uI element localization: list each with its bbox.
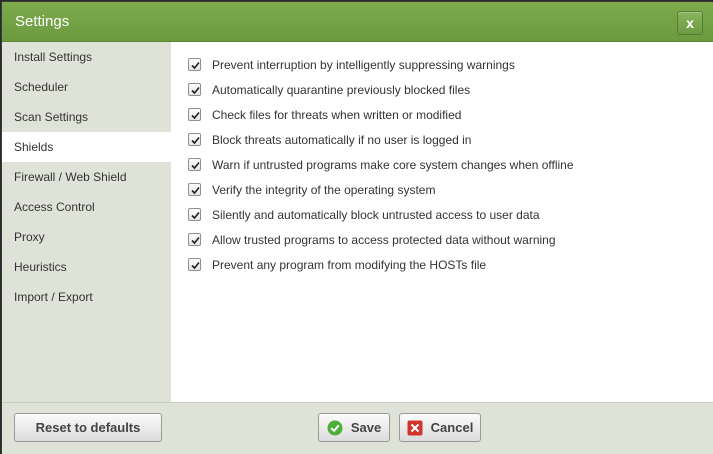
option-protect-hosts-file[interactable]: Prevent any program from modifying the H… <box>188 252 486 277</box>
option-block-no-user[interactable]: Block threats automatically if no user i… <box>188 127 471 152</box>
shields-panel: Prevent interruption by intelligently su… <box>171 42 713 402</box>
option-suppress-warnings[interactable]: Prevent interruption by intelligently su… <box>188 52 515 77</box>
option-label: Prevent interruption by intelligently su… <box>212 57 515 72</box>
sidebar-item-scheduler[interactable]: Scheduler <box>2 72 171 102</box>
option-allow-trusted-programs[interactable]: Allow trusted programs to access protect… <box>188 227 556 252</box>
option-verify-os-integrity[interactable]: Verify the integrity of the operating sy… <box>188 177 435 202</box>
settings-window: Settings x Install Settings Scheduler Sc… <box>0 0 713 454</box>
save-button-label: Save <box>350 420 382 435</box>
settings-sidebar: Install Settings Scheduler Scan Settings… <box>2 42 171 402</box>
option-label: Automatically quarantine previously bloc… <box>212 82 471 97</box>
sidebar-item-access-control[interactable]: Access Control <box>2 192 171 222</box>
checkbox[interactable] <box>188 208 201 221</box>
checkbox[interactable] <box>188 258 201 271</box>
checkbox[interactable] <box>188 108 201 121</box>
save-button[interactable]: Save <box>318 413 390 442</box>
option-label: Allow trusted programs to access protect… <box>212 232 556 247</box>
option-label: Block threats automatically if no user i… <box>212 132 472 147</box>
checkmark-icon <box>191 61 200 70</box>
title-bar: Settings x <box>2 2 713 42</box>
sidebar-item-install-settings[interactable]: Install Settings <box>2 42 171 72</box>
dialog-footer: Reset to defaults Save Cancel <box>2 402 713 454</box>
checkmark-circle-icon <box>327 420 343 436</box>
option-warn-core-changes[interactable]: Warn if untrusted programs make core sys… <box>188 152 574 177</box>
option-check-files-written[interactable]: Check files for threats when written or … <box>188 102 461 127</box>
checkbox[interactable] <box>188 58 201 71</box>
sidebar-item-proxy[interactable]: Proxy <box>2 222 171 252</box>
checkmark-icon <box>191 86 200 95</box>
checkbox[interactable] <box>188 183 201 196</box>
checkmark-icon <box>191 236 200 245</box>
cancel-button[interactable]: Cancel <box>399 413 481 442</box>
checkbox[interactable] <box>188 158 201 171</box>
sidebar-item-scan-settings[interactable]: Scan Settings <box>2 102 171 132</box>
sidebar-item-heuristics[interactable]: Heuristics <box>2 252 171 282</box>
checkbox[interactable] <box>188 83 201 96</box>
checkbox[interactable] <box>188 133 201 146</box>
reset-to-defaults-button[interactable]: Reset to defaults <box>14 413 162 442</box>
sidebar-item-firewall-web-shield[interactable]: Firewall / Web Shield <box>2 162 171 192</box>
option-label: Warn if untrusted programs make core sys… <box>212 157 574 172</box>
option-label: Verify the integrity of the operating sy… <box>212 182 436 197</box>
sidebar-item-import-export[interactable]: Import / Export <box>2 282 171 312</box>
checkmark-icon <box>191 186 200 195</box>
option-quarantine-blocked[interactable]: Automatically quarantine previously bloc… <box>188 77 470 102</box>
close-button[interactable]: x <box>677 11 703 35</box>
option-label: Prevent any program from modifying the H… <box>212 257 487 272</box>
x-square-icon <box>407 420 423 436</box>
checkmark-icon <box>191 261 200 270</box>
sidebar-item-shields[interactable]: Shields <box>2 132 171 162</box>
checkmark-icon <box>191 161 200 170</box>
checkbox[interactable] <box>188 233 201 246</box>
checkmark-icon <box>191 211 200 220</box>
window-title: Settings <box>15 13 70 30</box>
reset-button-label: Reset to defaults <box>35 420 141 435</box>
option-block-untrusted-access[interactable]: Silently and automatically block untrust… <box>188 202 540 227</box>
option-label: Silently and automatically block untrust… <box>212 207 540 222</box>
checkmark-icon <box>191 111 200 120</box>
option-label: Check files for threats when written or … <box>212 107 462 122</box>
checkmark-icon <box>191 136 200 145</box>
cancel-button-label: Cancel <box>430 420 474 435</box>
